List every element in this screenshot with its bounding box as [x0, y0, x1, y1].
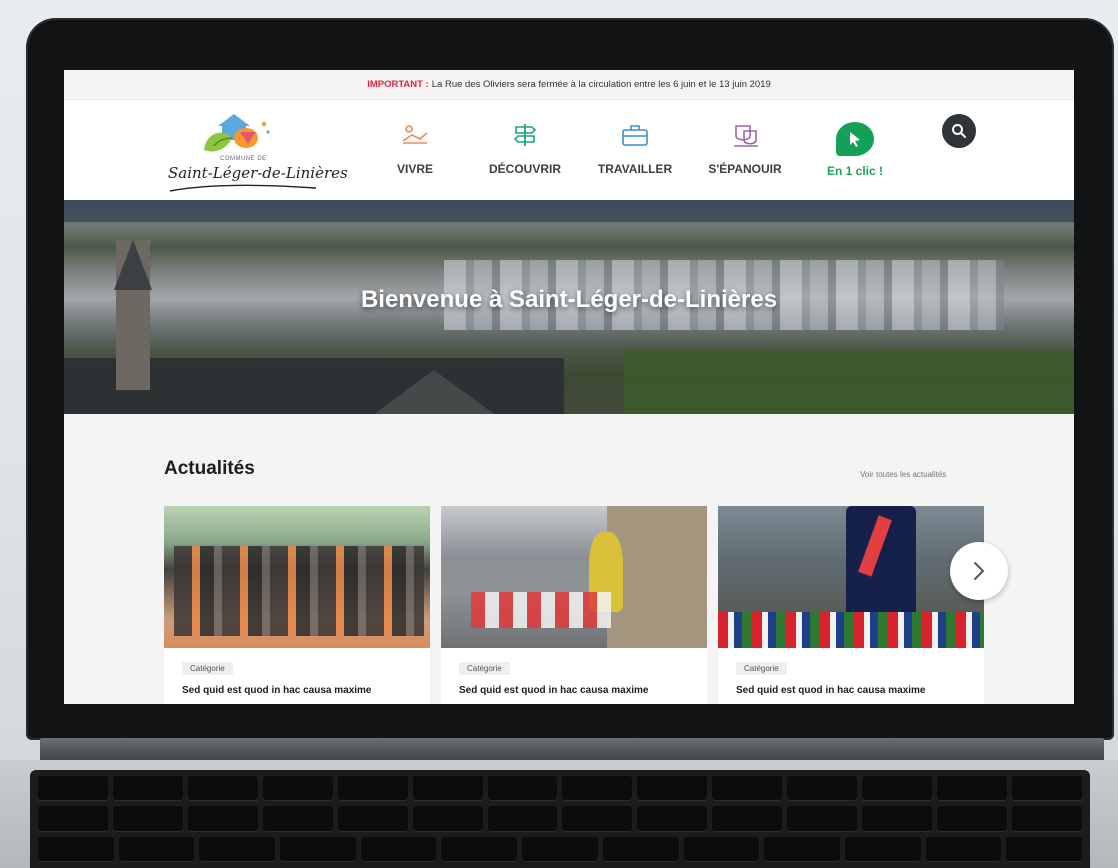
keyboard [30, 770, 1090, 868]
key [487, 776, 558, 802]
cursor-click-icon [836, 122, 874, 156]
news-card-title: Sed quid est quod in hac causa maxime [736, 685, 926, 696]
website-screen: IMPORTANT : La Rue des Oliviers sera fer… [64, 70, 1074, 704]
hero-title: Bienvenue à Saint-Léger-de-Linières [360, 286, 778, 313]
nav-item-travailler[interactable]: TRAVAILLER [580, 122, 690, 178]
key [562, 776, 633, 802]
key [862, 806, 933, 832]
key [412, 776, 483, 802]
key [337, 806, 408, 832]
site-logo[interactable]: COMMUNE DE Saint-Léger-de-Linières [168, 110, 348, 200]
key [1006, 836, 1082, 862]
news-card[interactable]: Catégorie Sed quid est quod in hac causa… [164, 506, 430, 704]
key [337, 776, 408, 802]
key [562, 806, 633, 832]
news-cards: Catégorie Sed quid est quod in hac causa… [164, 506, 984, 704]
nav-label: TRAVAILLER [597, 162, 673, 176]
search-button[interactable] [942, 114, 976, 148]
key [637, 776, 708, 802]
key [441, 836, 518, 862]
main-nav: VIVRE DÉCOUVRIR TRAVAILLER S'ÉPANOUIR En… [360, 122, 910, 178]
key [637, 806, 708, 832]
key [1011, 776, 1082, 802]
key [937, 776, 1007, 802]
key [262, 806, 333, 832]
key [925, 836, 1002, 862]
key [522, 836, 598, 862]
nav-item-decouvrir[interactable]: DÉCOUVRIR [470, 122, 580, 178]
key [187, 776, 258, 802]
key [280, 836, 356, 862]
key [262, 776, 333, 802]
key [787, 806, 858, 832]
briefcase-icon [620, 122, 650, 148]
key [118, 836, 195, 862]
news-card-image [718, 506, 984, 648]
nav-item-sepanouir[interactable]: S'ÉPANOUIR [690, 122, 800, 178]
key [844, 836, 921, 862]
news-card-category: Catégorie [736, 662, 787, 675]
theater-icon [730, 122, 760, 148]
news-card-image [441, 506, 707, 648]
hero-sky [64, 200, 1074, 222]
alert-banner[interactable]: IMPORTANT : La Rue des Oliviers sera fer… [64, 70, 1074, 100]
key [1011, 806, 1082, 832]
nav-label: DÉCOUVRIR [488, 162, 561, 176]
key [187, 806, 258, 832]
signpost-icon [510, 122, 540, 148]
audience [174, 546, 424, 636]
key [112, 776, 183, 802]
nav-label: VIVRE [396, 162, 433, 176]
news-heading: Actualités [164, 458, 255, 479]
key [487, 806, 558, 832]
news-card[interactable]: Catégorie Sed quid est quod in hac causa… [718, 506, 984, 704]
site-header: COMMUNE DE Saint-Léger-de-Linières VIVRE [64, 100, 1074, 200]
key [602, 836, 679, 862]
chevron-right-icon [974, 562, 985, 580]
key [937, 806, 1007, 832]
logo-mark-icon [204, 114, 270, 152]
news-card-category: Catégorie [182, 662, 233, 675]
nav-item-en-1-clic[interactable]: En 1 clic ! [800, 122, 910, 178]
key [712, 806, 783, 832]
news-card-title: Sed quid est quod in hac causa maxime [459, 685, 649, 696]
key [412, 806, 483, 832]
key [787, 776, 858, 802]
person-reading-icon [400, 122, 430, 148]
key [683, 836, 760, 862]
see-all-news-link[interactable]: Voir toutes les actualités [860, 470, 946, 479]
key [38, 776, 108, 802]
alert-label: IMPORTANT : [367, 79, 429, 90]
key [764, 836, 840, 862]
key [38, 836, 114, 862]
key [199, 836, 276, 862]
hero-fields [624, 350, 1074, 414]
road-barrier [471, 592, 611, 628]
nav-label: S'ÉPANOUIR [708, 162, 782, 176]
news-card[interactable]: Catégorie Sed quid est quod in hac causa… [441, 506, 707, 704]
key [862, 776, 933, 802]
news-card-title: Sed quid est quod in hac causa maxime [182, 685, 372, 696]
alert-text: La Rue des Oliviers sera fermée à la cir… [431, 79, 771, 90]
search-icon [952, 124, 967, 139]
key [112, 806, 183, 832]
news-card-image [164, 506, 430, 648]
key [712, 776, 783, 802]
flower-wreaths [718, 612, 984, 648]
logo-swoosh-icon [169, 184, 317, 192]
logo-commune-label: COMMUNE DE [220, 156, 267, 162]
nav-label: En 1 clic ! [826, 164, 884, 178]
logo-town-name: Saint-Léger-de-Linières [168, 164, 348, 182]
hero-banner: Bienvenue à Saint-Léger-de-Linières [64, 200, 1074, 414]
nav-item-vivre[interactable]: VIVRE [360, 122, 470, 178]
key [360, 836, 437, 862]
news-card-category: Catégorie [459, 662, 510, 675]
carousel-next-button[interactable] [950, 542, 1008, 600]
key [38, 806, 108, 832]
